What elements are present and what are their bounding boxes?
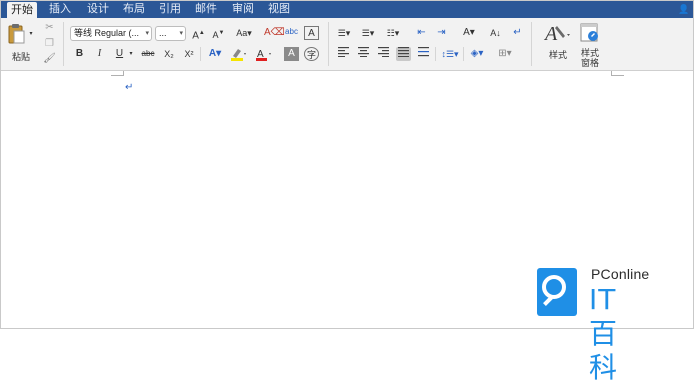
underline-button[interactable]: U bbox=[112, 47, 127, 61]
tab-mailings[interactable]: 邮件 bbox=[195, 1, 217, 18]
watermark-brand: PConline bbox=[591, 266, 650, 282]
sort-az-icon[interactable]: A↓ bbox=[488, 26, 503, 40]
svg-text:A: A bbox=[543, 23, 558, 45]
highlight-color-button[interactable] bbox=[229, 47, 249, 61]
grow-font-icon[interactable]: A▲ bbox=[191, 26, 206, 41]
separator bbox=[328, 22, 329, 66]
clear-formatting-icon[interactable]: A⌫ bbox=[264, 26, 285, 40]
shading-bucket-icon[interactable]: ◈▾ bbox=[467, 47, 487, 61]
styles-gallery-button[interactable]: A bbox=[542, 22, 572, 46]
align-left-glyph bbox=[338, 47, 349, 57]
bold-button[interactable]: B bbox=[72, 47, 87, 61]
text-effects-icon[interactable]: A▾ bbox=[205, 47, 225, 61]
styles-pane-label-line2: 窗格 bbox=[580, 58, 599, 68]
clipboard-icon bbox=[8, 24, 25, 44]
styles-pane-button[interactable] bbox=[579, 23, 601, 45]
show-paragraph-marks-icon[interactable]: ↵ bbox=[510, 26, 525, 40]
bullets-list-icon[interactable]: ☰▾ bbox=[334, 26, 354, 40]
ribbon-home: ▾ 粘贴 ✂ ❐ 🖌 等线 Regular (... ▾ ... ▾ A▲ A▼… bbox=[1, 18, 693, 71]
pconline-logo-icon bbox=[537, 268, 577, 316]
styles-icon: A bbox=[543, 23, 570, 45]
distributed-glyph bbox=[418, 47, 429, 57]
enclosed-character-icon[interactable]: 字 bbox=[304, 47, 319, 61]
numbered-list-icon[interactable]: ☰▾ bbox=[358, 26, 378, 40]
font-family-value: 等线 Regular (... bbox=[74, 28, 140, 38]
borders-icon[interactable]: ⊞▾ bbox=[493, 47, 517, 61]
font-family-select[interactable]: 等线 Regular (... ▾ bbox=[70, 26, 152, 41]
separator bbox=[200, 47, 201, 61]
watermark-name: IT百科 bbox=[589, 283, 619, 384]
chevron-down-icon: ▾ bbox=[179, 30, 183, 37]
align-center-glyph bbox=[358, 47, 369, 57]
tab-references[interactable]: 引用 bbox=[159, 1, 181, 18]
tab-review[interactable]: 审阅 bbox=[232, 1, 254, 18]
cut-scissors-icon[interactable]: ✂ bbox=[42, 21, 57, 35]
shrink-font-icon[interactable]: A▼ bbox=[211, 26, 226, 40]
align-center-icon[interactable] bbox=[356, 47, 371, 61]
styles-pane-label-line1: 样式 bbox=[580, 48, 599, 58]
character-border-icon[interactable]: A bbox=[304, 26, 319, 40]
styles-pane-icon bbox=[580, 23, 598, 42]
font-size-select[interactable]: ... ▾ bbox=[155, 26, 186, 41]
decrease-indent-icon[interactable]: ⇤ bbox=[414, 26, 429, 40]
italic-button[interactable]: I bbox=[92, 47, 107, 61]
word-window: 开始 插入 设计 布局 引用 邮件 审阅 视图 👤 ▾ 粘贴 ✂ ❐ 🖌 等线 … bbox=[0, 0, 694, 384]
paste-dropdown-chevron-icon[interactable]: ▾ bbox=[28, 30, 34, 38]
align-left-icon[interactable] bbox=[336, 47, 351, 61]
subscript-button[interactable]: X₂ bbox=[161, 47, 177, 61]
increase-indent-icon[interactable]: ⇥ bbox=[434, 26, 449, 40]
multilevel-list-icon[interactable]: ☷▾ bbox=[382, 26, 404, 40]
tab-insert[interactable]: 插入 bbox=[49, 1, 71, 18]
paste-label: 粘贴 bbox=[11, 52, 30, 62]
paragraph-mark: ↵ bbox=[125, 82, 134, 93]
margin-corner-mark bbox=[611, 71, 624, 76]
paste-button[interactable] bbox=[7, 23, 27, 47]
ribbon-tab-bar: 开始 插入 设计 布局 引用 邮件 审阅 视图 👤 bbox=[1, 1, 693, 18]
format-painter-icon[interactable]: 🖌 bbox=[42, 52, 57, 66]
tab-home[interactable]: 开始 bbox=[7, 2, 37, 18]
tab-design[interactable]: 设计 bbox=[87, 1, 109, 18]
superscript-button[interactable]: X² bbox=[181, 47, 197, 61]
copy-icon[interactable]: ❐ bbox=[42, 37, 57, 51]
line-spacing-icon[interactable]: ↕☰▾ bbox=[439, 47, 461, 61]
margin-corner-mark bbox=[111, 71, 124, 76]
character-shading-icon[interactable]: A bbox=[284, 47, 299, 61]
asian-layout-icon[interactable]: A▾ bbox=[458, 26, 480, 40]
tab-view[interactable]: 视图 bbox=[268, 1, 290, 18]
share-user-icon[interactable]: 👤 bbox=[678, 5, 689, 14]
justify-icon[interactable] bbox=[396, 47, 411, 61]
font-size-value: ... bbox=[159, 28, 167, 38]
chevron-down-icon: ▾ bbox=[145, 30, 149, 37]
separator bbox=[531, 22, 532, 66]
change-case-icon[interactable]: Aa▾ bbox=[234, 26, 254, 40]
font-color-button[interactable]: A bbox=[254, 47, 274, 61]
tab-layout[interactable]: 布局 bbox=[123, 1, 145, 18]
styles-label: 样式 bbox=[548, 50, 567, 60]
align-right-icon[interactable] bbox=[376, 47, 391, 61]
highlighter-icon bbox=[231, 49, 246, 61]
align-right-glyph bbox=[378, 47, 389, 57]
phonetic-guide-icon[interactable]: abc bbox=[284, 25, 299, 39]
underline-chevron-icon[interactable]: ▾ bbox=[127, 47, 135, 61]
separator bbox=[435, 47, 436, 61]
strikethrough-button[interactable]: abc bbox=[138, 47, 158, 61]
separator bbox=[63, 22, 64, 66]
separator bbox=[463, 47, 464, 61]
font-color-icon: A bbox=[256, 49, 271, 61]
justify-glyph bbox=[398, 47, 409, 57]
distributed-icon[interactable] bbox=[416, 47, 431, 61]
